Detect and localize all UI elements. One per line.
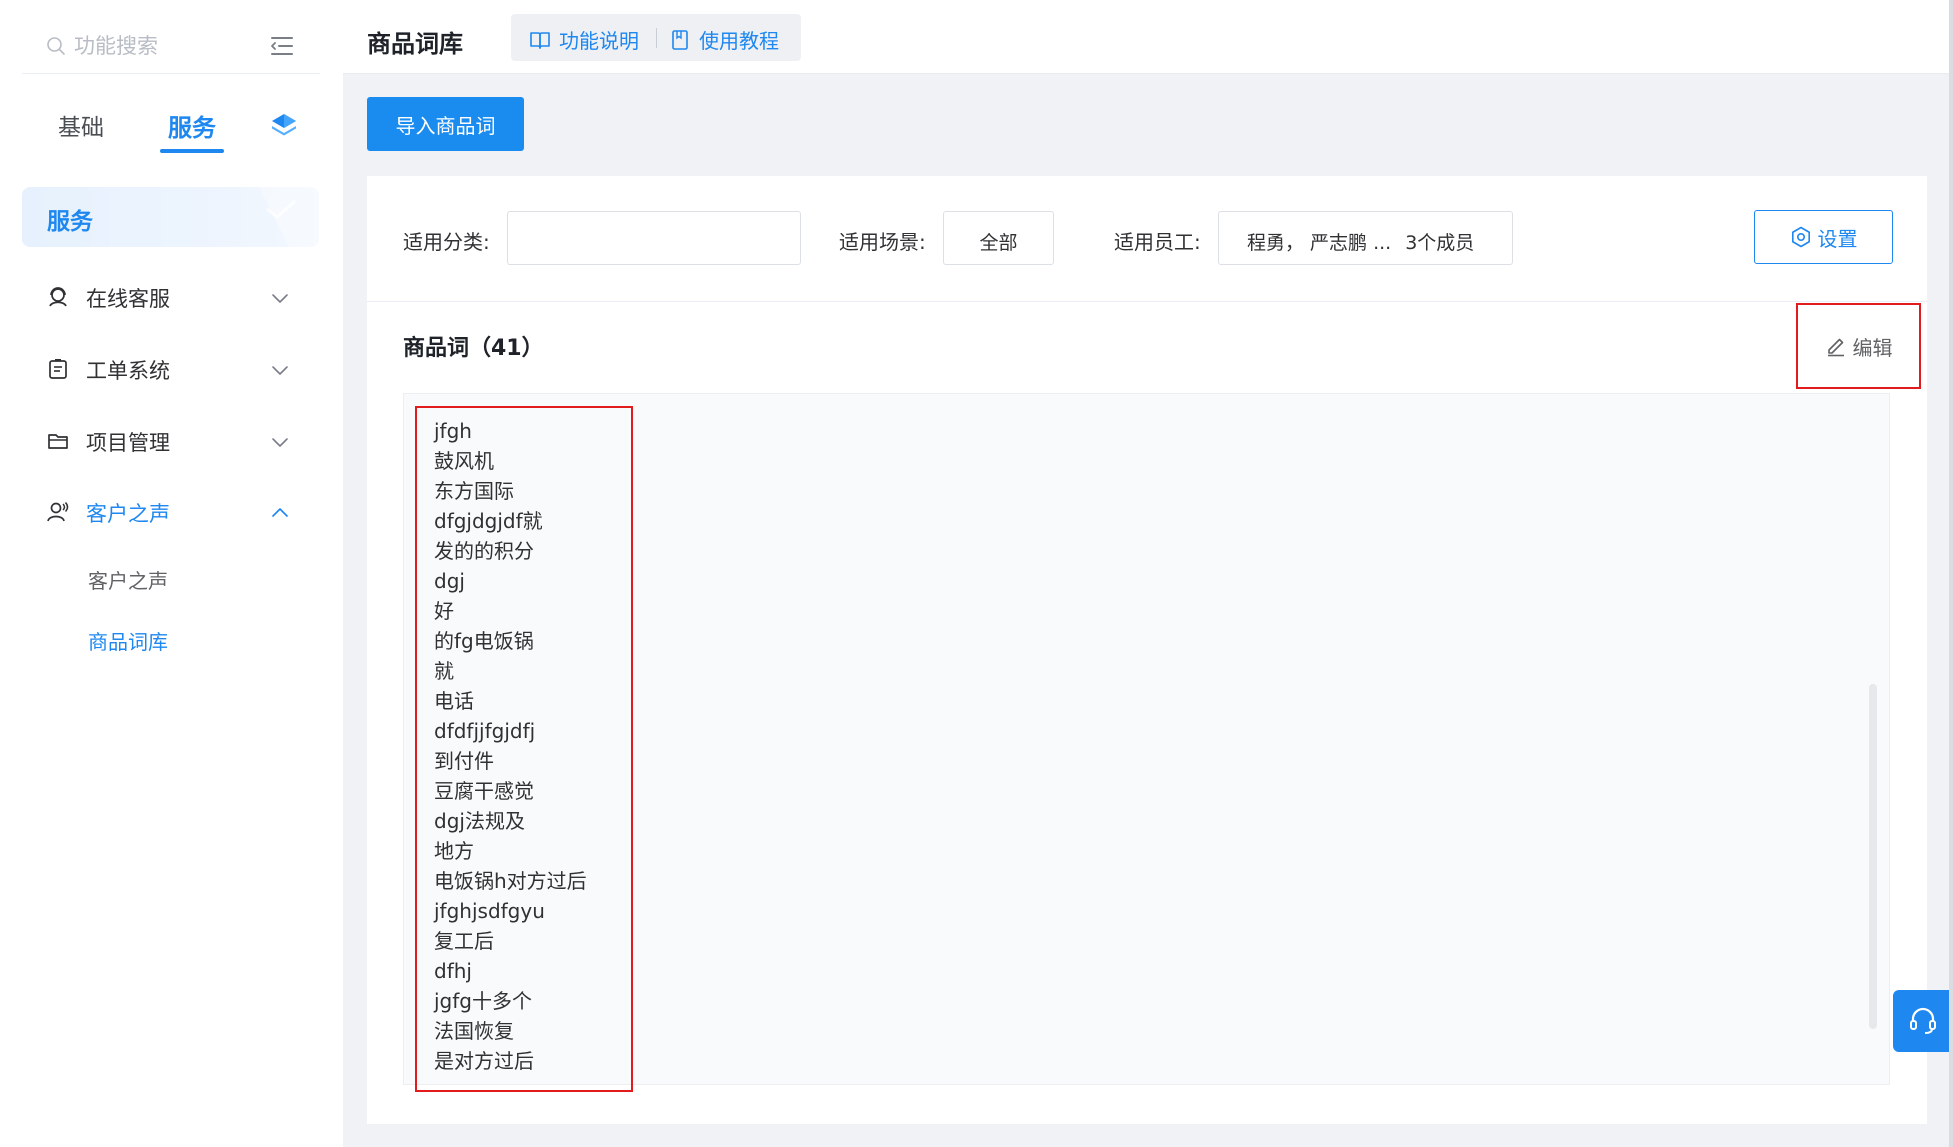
settings-label: 设置 [1817,226,1858,251]
sub-item-customer-voice[interactable]: 客户之声 [88,565,168,594]
divider [656,28,657,48]
word-item: 就 [434,659,454,683]
search-bar [22,22,320,74]
word-item: 发的的积分 [434,539,534,563]
edit-button[interactable]: 编辑 [1796,303,1921,389]
search-input[interactable] [74,30,264,62]
chevron-up-icon [272,508,288,517]
book-icon [530,31,550,49]
section-title: 服务 [47,209,93,235]
chevron-down-icon [272,294,288,303]
word-item: dfgjdgjdf就 [434,509,543,533]
product-words-textarea[interactable]: jfgh 鼓风机东方国际 dfgjdgjdf就 发的的积分 dgj 好的fg电饭锅就电话 d… [403,393,1890,1092]
word-item: 东方国际 [434,479,514,503]
scene-label: 适用场景: [839,230,926,254]
tutorial-label: 使用教程 [699,29,779,53]
folder-icon [48,434,68,449]
word-item: dfhj [434,959,472,983]
help-links: 功能说明 使用教程 [511,14,801,61]
word-item: 电话 [434,689,474,713]
word-item: dfdfjjfgjdfj [434,719,536,743]
sidebar-item-label: 项目管理 [86,431,170,455]
tab-service[interactable]: 服务 [160,108,224,153]
category-label: 适用分类: [403,230,490,254]
vertical-scrollbar[interactable] [1869,684,1877,1029]
scene-select[interactable]: 全部 [943,211,1054,265]
main-content: 商品词库 功能说明 使用教程 导入商品词 适用分类: 适用场景: 全部 适用员工… [343,0,1953,1147]
chevron-down-icon [272,438,288,447]
document-icon [672,29,688,50]
word-item: jfgh [434,419,472,443]
edit-pencil-icon [1827,338,1844,357]
layers-icon[interactable] [269,110,299,140]
staff-label: 适用员工: [1114,230,1201,254]
window-edge [1949,0,1953,1147]
staff-select[interactable]: 程勇， 严志鹏 ... 3个成员 [1218,211,1513,265]
word-item: dgj [434,569,465,593]
tutorial-link[interactable]: 使用教程 [669,25,779,54]
sub-item-product-lexicon[interactable]: 商品词库 [88,626,168,655]
import-product-words-button[interactable]: 导入商品词 [367,97,524,151]
sidebar-item-ticket-system[interactable]: 工单系统 [22,340,320,398]
sidebar-item-label: 工单系统 [86,359,170,383]
chevron-down-icon [272,366,288,375]
word-item: jgfg十多个 [434,989,532,1013]
word-item: 是对方过后 [434,1049,534,1073]
word-item: 好 [434,599,454,623]
mode-tabs: 基础 服务 [22,100,320,154]
sidebar-item-label: 在线客服 [86,287,170,311]
word-list: jfgh 鼓风机东方国际 dfgjdgjdf就 发的的积分 dgj 好的fg电饭锅就电话 d… [434,416,587,1076]
word-item: 到付件 [434,749,494,773]
section-banner-service: 服务 [22,187,319,247]
banner-decoration-icon [259,187,319,247]
sidebar-item-online-service[interactable]: 在线客服 [22,268,320,326]
category-select[interactable] [507,211,801,265]
word-item: 地方 [434,839,474,863]
word-item: 豆腐干感觉 [434,779,534,803]
filter-bar: 适用分类: 适用场景: 全部 适用员工: 程勇， 严志鹏 ... 3个成员 设置 [367,176,1927,302]
feature-description-label: 功能说明 [559,29,639,53]
sidebar-item-customer-voice[interactable]: 客户之声 [22,483,320,541]
tab-basic[interactable]: 基础 [58,108,104,142]
sidebar: 基础 服务 服务 在线客服 工单系统 [0,0,343,1147]
settings-button[interactable]: 设置 [1754,210,1893,264]
product-words-title: 商品词（41） [403,336,544,361]
gear-icon [1791,226,1810,248]
search-icon [47,37,65,55]
word-item: dgj法规及 [434,809,525,833]
word-item: 鼓风机 [434,449,494,473]
customer-support-button[interactable] [1893,990,1953,1052]
top-bar: 商品词库 功能说明 使用教程 [343,0,1953,74]
sidebar-item-label: 客户之声 [86,502,170,526]
word-item: 复工后 [434,929,494,953]
clipboard-icon [49,359,67,379]
headset-icon [1910,1007,1936,1034]
page-title: 商品词库 [367,30,463,58]
menu-collapse-icon[interactable] [268,32,296,60]
edit-label: 编辑 [1852,335,1893,360]
lexicon-panel: 适用分类: 适用场景: 全部 适用员工: 程勇， 严志鹏 ... 3个成员 设置 … [367,176,1927,1124]
feature-description-link[interactable]: 功能说明 [529,25,639,54]
word-item: jfghjsdfgyu [434,899,545,923]
user-voice-icon [47,502,69,522]
word-item: 法国恢复 [434,1019,514,1043]
staff-count: 3个成员 [1405,232,1475,254]
sidebar-item-project-management[interactable]: 项目管理 [22,412,320,470]
staff-names: 程勇， 严志鹏 ... [1247,232,1392,254]
word-item: 电饭锅h对方过后 [434,869,587,893]
headset-user-icon [49,287,67,307]
word-item: 的fg电饭锅 [434,629,534,653]
